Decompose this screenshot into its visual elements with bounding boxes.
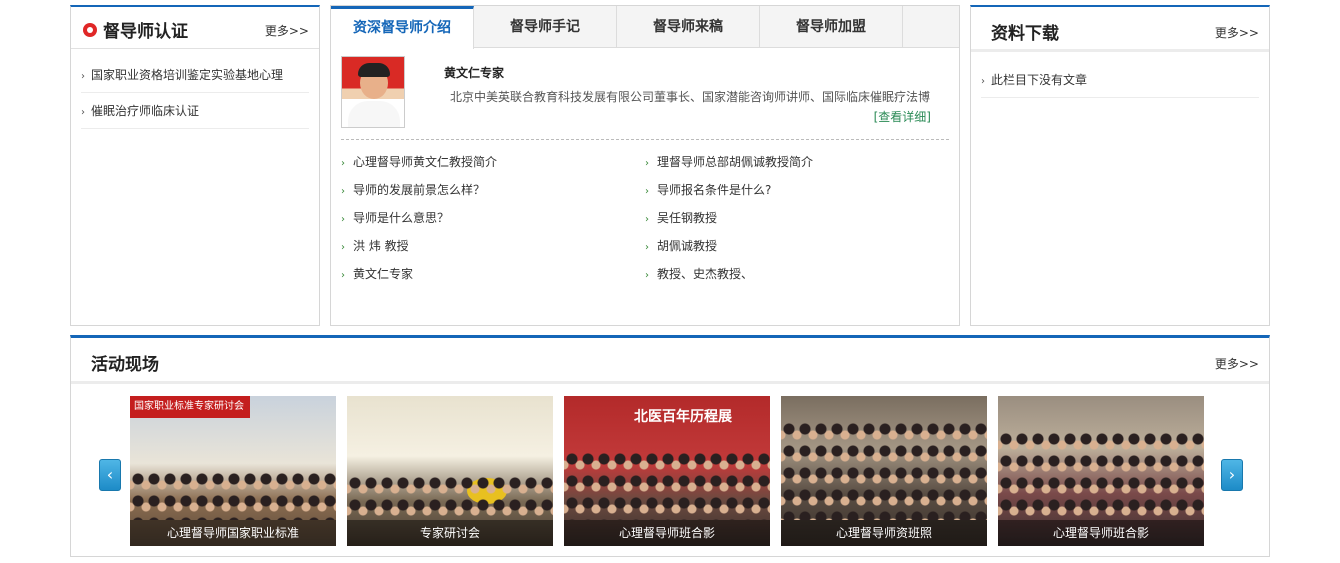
chevron-right-icon: › — [341, 270, 345, 281]
gallery-caption: 心理督导师资班照 — [781, 520, 987, 546]
list-item[interactable]: › 导师报名条件是什么? — [645, 176, 949, 204]
activity-gallery: 国家职业标准专家研讨会 心理督导师国家职业标准 专家研讨会 北医百年历程展 心理… — [130, 396, 1204, 546]
bullet-arrow-icon: › — [81, 71, 85, 82]
list-item[interactable]: › 导师是什么意思？ — [341, 204, 645, 232]
downloads-panel: 资料下载 更多>> › 此栏目下没有文章 — [970, 5, 1270, 326]
gallery-item[interactable]: 国家职业标准专家研讨会 心理督导师国家职业标准 — [130, 396, 336, 546]
chevron-right-icon: › — [341, 242, 345, 253]
tab-senior-supervisors[interactable]: 资深督导师介绍 — [331, 6, 474, 49]
tab-supervisor-join[interactable]: 督导师加盟 — [760, 6, 903, 48]
supervisor-panel: 资深督导师介绍 督导师手记 督导师来稿 督导师加盟 黄文仁专家 北京中美英联合教… — [330, 5, 960, 326]
next-arrow-button[interactable]: › — [1221, 459, 1243, 491]
downloads-list: › 此栏目下没有文章 — [971, 52, 1269, 98]
list-item[interactable]: › 胡佩诚教授 — [645, 232, 949, 260]
featured-expert: 黄文仁专家 北京中美英联合教育科技发展有限公司董事长、国家潜能咨询师讲师、国际临… — [341, 56, 949, 140]
expert-photo[interactable] — [341, 56, 405, 128]
activity-panel-header: 活动现场 更多>> — [71, 338, 1269, 384]
list-item[interactable]: › 国家职业资格培训鉴定实验基地心理 — [81, 57, 309, 93]
chevron-right-icon: › — [645, 214, 649, 225]
gallery-caption: 心理督导师班合影 — [564, 520, 770, 546]
activity-more-link[interactable]: 更多>> — [1215, 355, 1259, 372]
gallery-item[interactable]: 专家研讨会 — [347, 396, 553, 546]
gallery-caption: 专家研讨会 — [347, 520, 553, 546]
certification-more-link[interactable]: 更多>> — [265, 22, 309, 39]
expert-description: 北京中美英联合教育科技发展有限公司董事长、国家潜能咨询师讲师、国际临床催眠疗法博 — [450, 90, 931, 104]
list-item[interactable]: › 吴任钢教授 — [645, 204, 949, 232]
certification-title-text: 督导师认证 — [103, 22, 188, 42]
gallery-caption: 心理督导师国家职业标准 — [130, 520, 336, 546]
chevron-right-icon: › — [341, 186, 345, 197]
certification-list: › 国家职业资格培训鉴定实验基地心理 › 催眠治疗师临床认证 — [71, 49, 319, 129]
chevron-right-icon: › — [341, 158, 345, 169]
activity-panel: 活动现场 更多>> ‹ 国家职业标准专家研讨会 心理督导师国家职业标准 专家研讨… — [70, 335, 1270, 557]
certification-title: 督导师认证 — [83, 17, 188, 42]
downloads-title: 资料下载 — [991, 24, 1059, 44]
downloads-panel-header: 资料下载 更多>> — [971, 7, 1269, 52]
list-item[interactable]: › 黄文仁专家 — [341, 260, 645, 288]
chevron-right-icon: › — [645, 242, 649, 253]
list-item[interactable]: › 教授、史杰教授、 — [645, 260, 949, 288]
tab-supervisor-notes[interactable]: 督导师手记 — [474, 6, 617, 48]
chevron-right-icon: › — [645, 158, 649, 169]
certification-panel-header: 督导师认证 更多>> — [71, 7, 319, 49]
gallery-item[interactable]: 心理督导师资班照 — [781, 396, 987, 546]
chevron-right-icon: › — [645, 270, 649, 281]
list-item[interactable]: › 导师的发展前景怎么样？ — [341, 176, 645, 204]
list-item[interactable]: › 心理督导师黄文仁教授简介 — [341, 148, 645, 176]
photo-banner: 国家职业标准专家研讨会 — [130, 396, 250, 418]
bullet-arrow-icon: › — [981, 76, 985, 87]
certification-panel: 督导师认证 更多>> › 国家职业资格培训鉴定实验基地心理 › 催眠治疗师临床认证 — [70, 5, 320, 326]
prev-arrow-button[interactable]: ‹ — [99, 459, 121, 491]
view-details-link[interactable]: [查看详细] — [874, 108, 931, 125]
downloads-more-link[interactable]: 更多>> — [1215, 24, 1259, 41]
list-item[interactable]: › 理督导师总部胡佩诚教授简介 — [645, 148, 949, 176]
article-list: › 心理督导师黄文仁教授简介 › 理督导师总部胡佩诚教授简介 › 导师的发展前景怎么样… — [341, 148, 951, 288]
circle-badge-icon — [83, 22, 97, 37]
supervisor-tabs: 资深督导师介绍 督导师手记 督导师来稿 督导师加盟 — [331, 6, 959, 49]
expert-name[interactable]: 黄文仁专家 — [444, 64, 504, 81]
tab-supervisor-submissions[interactable]: 督导师来稿 — [617, 6, 760, 48]
list-item[interactable]: › 洪 炜 教授 — [341, 232, 645, 260]
gallery-item[interactable]: 心理督导师班合影 — [998, 396, 1204, 546]
gallery-item[interactable]: 北医百年历程展 心理督导师班合影 — [564, 396, 770, 546]
photo-banner: 北医百年历程展 — [634, 409, 732, 425]
chevron-right-icon: › — [341, 214, 345, 225]
list-item: › 此栏目下没有文章 — [981, 70, 1259, 98]
chevron-right-icon: › — [645, 186, 649, 197]
gallery-caption: 心理督导师班合影 — [998, 520, 1204, 546]
activity-title: 活动现场 — [91, 355, 159, 375]
list-item[interactable]: › 催眠治疗师临床认证 — [81, 93, 309, 129]
bullet-arrow-icon: › — [81, 107, 85, 118]
